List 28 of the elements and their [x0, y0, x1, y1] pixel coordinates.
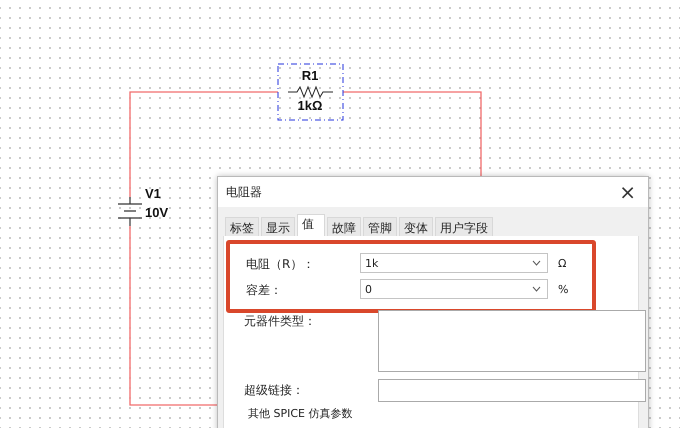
tab[interactable]: 用户字段 [435, 217, 493, 236]
tab[interactable]: 标签 [225, 217, 259, 236]
tab[interactable]: 变体 [399, 217, 433, 236]
resistor-symbol [288, 86, 334, 98]
field-label: 电阻（R）： [246, 256, 316, 273]
field-label: 元器件类型： [244, 313, 317, 330]
component-label: R1 [302, 68, 318, 83]
component-value: 10V [145, 205, 168, 220]
dropdown[interactable]: 1k [360, 253, 548, 273]
field-label: 容差： [246, 282, 283, 299]
close-button[interactable]: × [617, 182, 638, 202]
tab[interactable]: 值 [297, 214, 325, 236]
tab[interactable]: 故障 [327, 217, 361, 236]
battery-symbol [117, 196, 143, 227]
group-title: 其他 SPICE 仿真参数 [247, 406, 354, 421]
dropdown[interactable]: 0 [360, 279, 548, 299]
chevron-down-icon [532, 260, 541, 266]
component-label: V1 [145, 186, 161, 201]
tab[interactable]: 显示 [261, 217, 295, 236]
text-area[interactable] [378, 310, 646, 372]
field-label: 超级链接： [244, 382, 305, 399]
unit-label: Ω [557, 256, 568, 270]
tab[interactable]: 管脚 [363, 217, 397, 236]
unit-label: % [557, 282, 570, 296]
dialog-title: 电阻器 [226, 184, 262, 200]
input-field[interactable] [378, 379, 646, 402]
chevron-down-icon [532, 286, 541, 292]
component-value: 1kΩ [298, 98, 322, 113]
